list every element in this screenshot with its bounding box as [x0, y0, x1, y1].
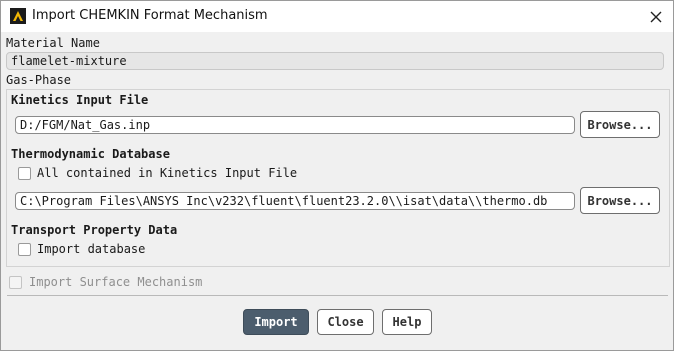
thermo-browse-button[interactable]: Browse...	[580, 187, 660, 214]
import-database-checkbox[interactable]	[18, 243, 31, 256]
gas-phase-label: Gas-Phase	[6, 73, 72, 87]
title-bar[interactable]: Import CHEMKIN Format Mechanism	[1, 1, 673, 32]
material-name-field: flamelet-mixture	[6, 52, 664, 70]
kinetics-input-label: Kinetics Input File	[11, 93, 149, 107]
kinetics-input-field[interactable]: D:/FGM/Nat_Gas.inp	[15, 116, 575, 134]
import-surface-checkbox[interactable]	[9, 276, 22, 289]
window-title: Import CHEMKIN Format Mechanism	[32, 8, 268, 23]
import-button[interactable]: Import	[243, 309, 309, 335]
transport-property-label: Transport Property Data	[11, 223, 178, 237]
material-name-label: Material Name	[6, 36, 100, 50]
footer-divider	[7, 295, 668, 296]
thermo-contained-checkbox[interactable]	[18, 167, 31, 180]
kinetics-browse-button[interactable]: Browse...	[580, 111, 660, 138]
thermo-database-field[interactable]: C:\Program Files\ANSYS Inc\v232\fluent\f…	[15, 192, 575, 210]
thermo-database-label: Thermodynamic Database	[11, 147, 170, 161]
help-button[interactable]: Help	[382, 309, 432, 335]
thermo-contained-label: All contained in Kinetics Input File	[37, 166, 298, 180]
dialog-window: Import CHEMKIN Format Mechanism Material…	[0, 0, 674, 351]
close-button[interactable]: Close	[317, 309, 374, 335]
close-icon[interactable]	[645, 6, 667, 28]
import-database-label: Import database	[37, 242, 146, 256]
ansys-app-icon	[10, 8, 26, 24]
import-surface-label: Import Surface Mechanism	[29, 275, 203, 289]
